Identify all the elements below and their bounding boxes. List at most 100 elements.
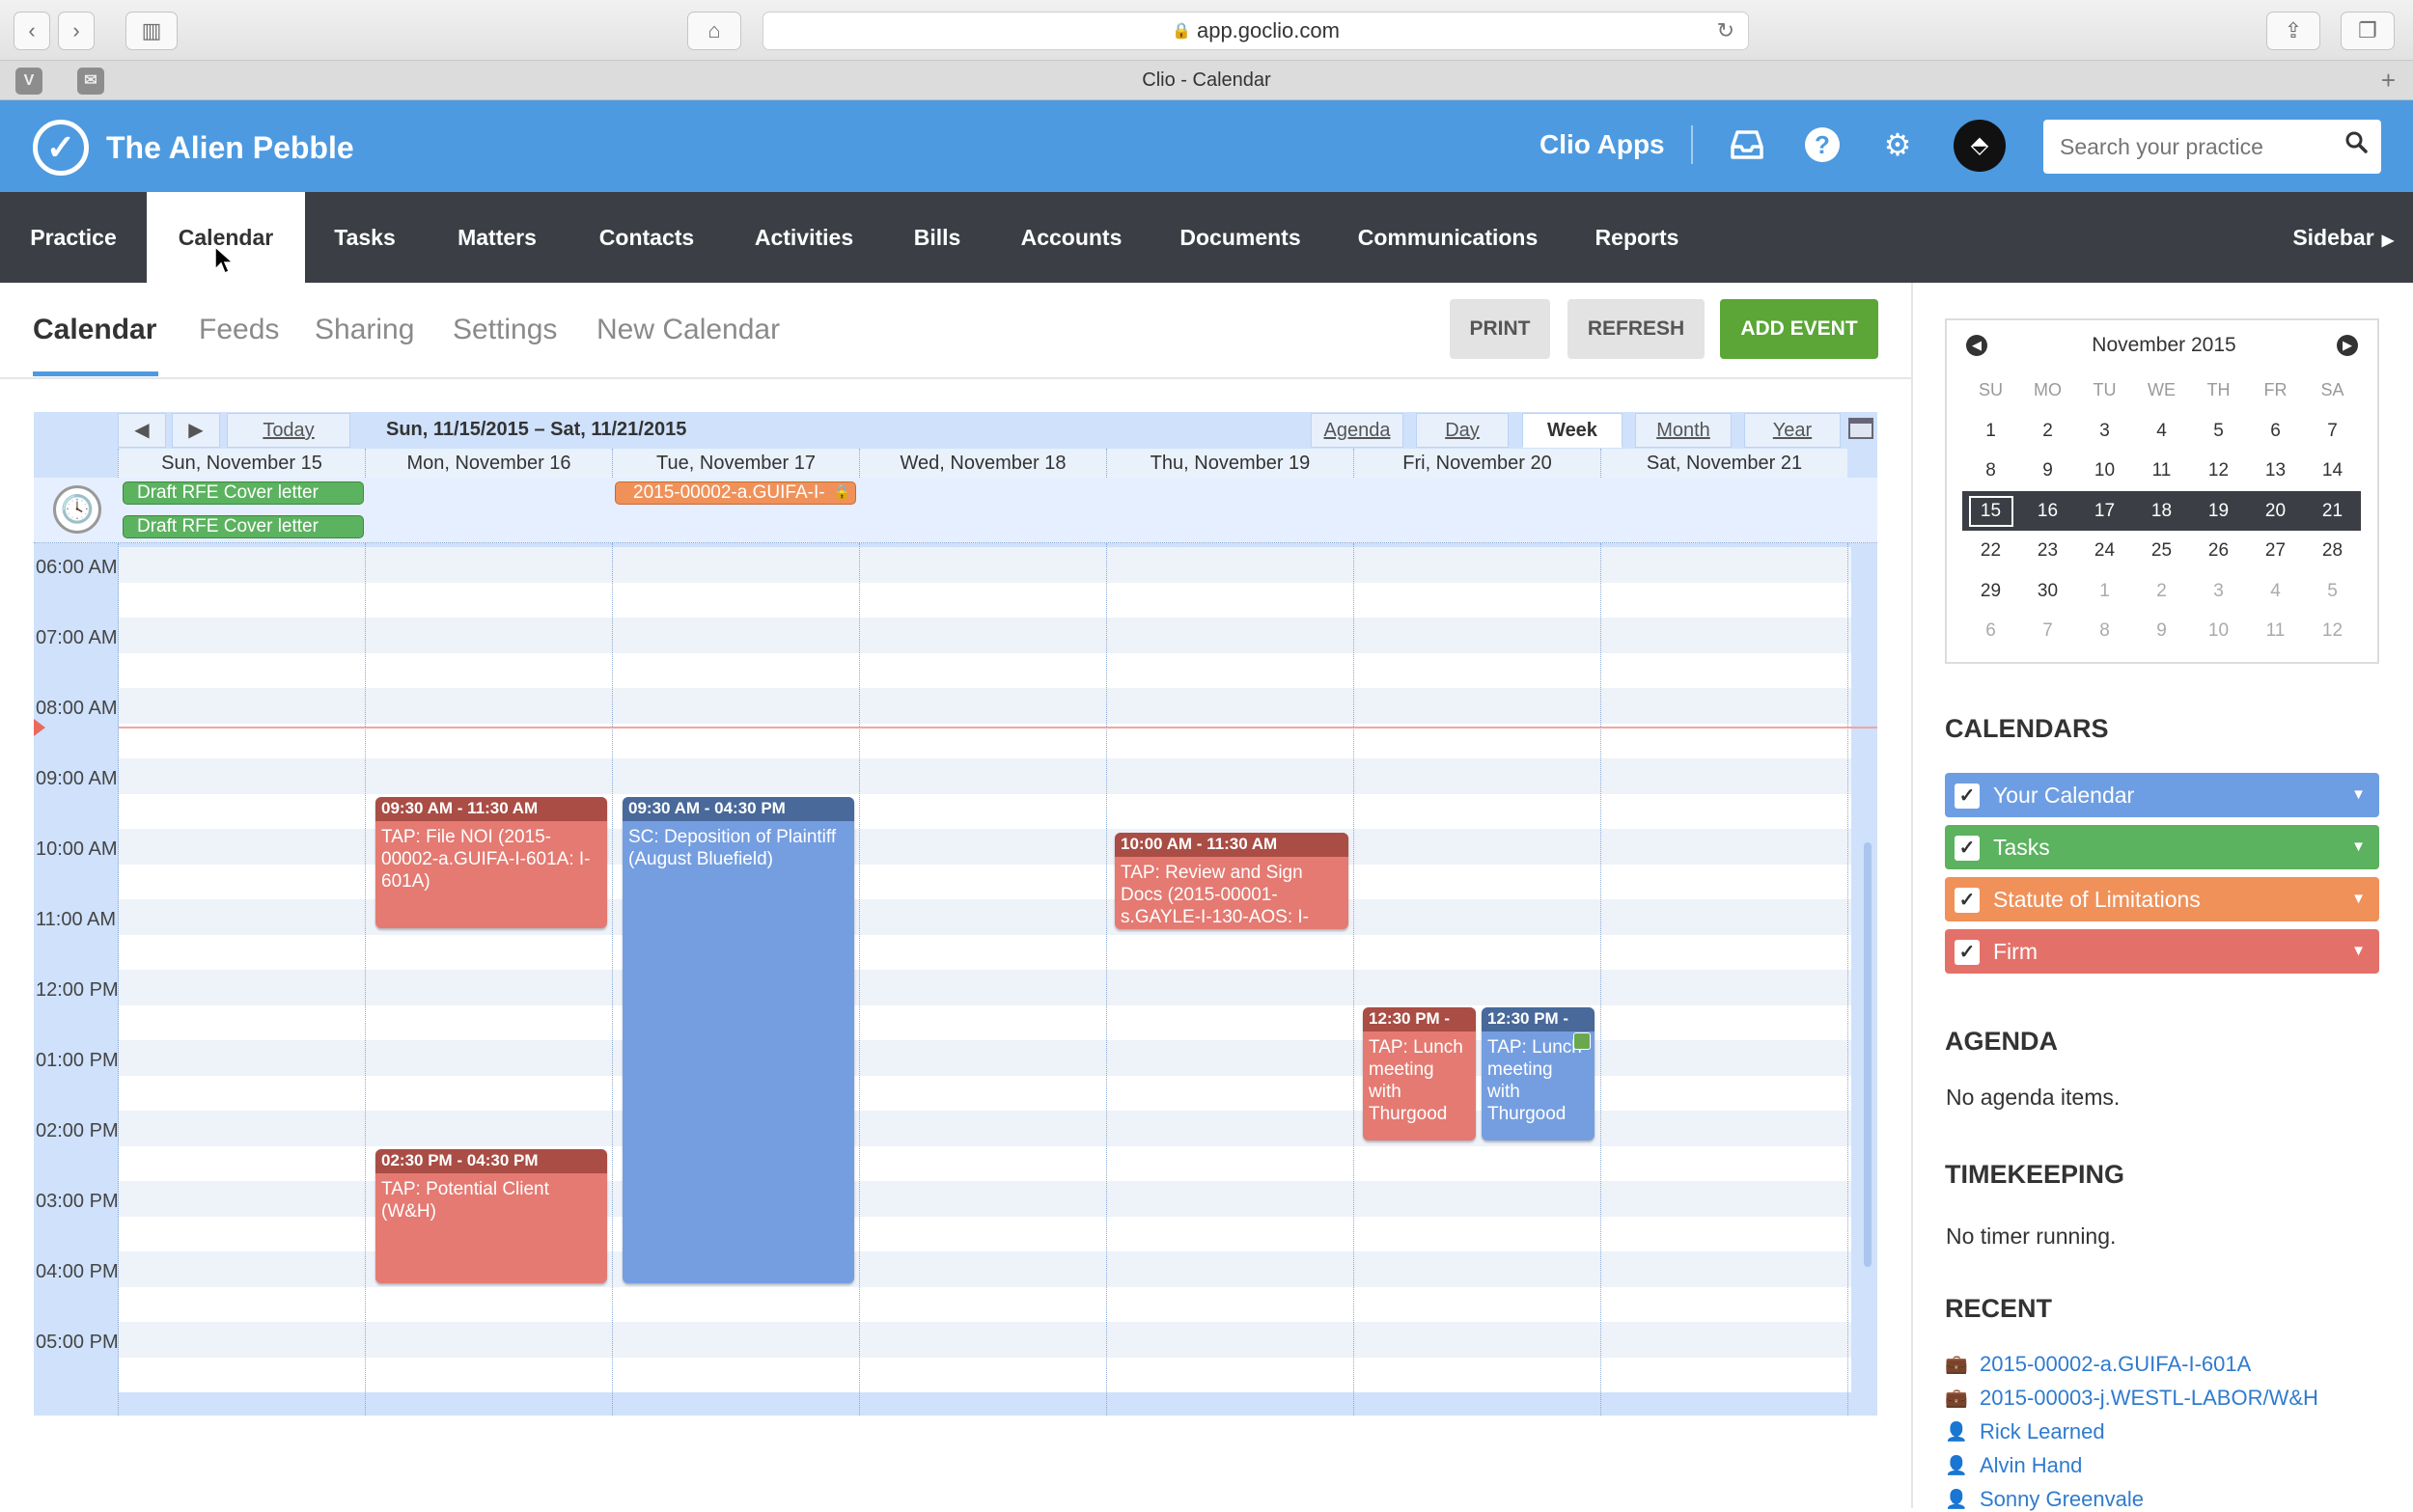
nav-practice[interactable]: Practice <box>0 192 147 283</box>
checkbox-checked-icon[interactable]: ✓ <box>1955 836 1980 861</box>
url-bar[interactable]: 🔒 app.goclio.com ↻ <box>763 12 1749 50</box>
subtab-feeds[interactable]: Feeds <box>199 314 279 346</box>
mini-calendar-day[interactable]: 23 <box>2019 531 2076 570</box>
help-icon[interactable]: ? <box>1801 124 1844 166</box>
grid-half-hour-row[interactable] <box>119 688 1851 724</box>
grid-half-hour-row[interactable] <box>119 547 1851 583</box>
pinned-tab-mail[interactable]: ✉ <box>77 68 104 95</box>
inbox-icon[interactable] <box>1726 124 1768 166</box>
avatar[interactable]: ⬘ <box>1954 120 2006 172</box>
forward-icon[interactable]: › <box>58 12 95 50</box>
view-year[interactable]: Year <box>1744 413 1841 448</box>
grid-half-hour-row[interactable] <box>119 1357 1851 1392</box>
mini-calendar-day[interactable]: 11 <box>2133 451 2190 490</box>
mini-calendar-day[interactable]: 10 <box>2076 451 2133 490</box>
mini-calendar-day[interactable]: 30 <box>2019 571 2076 611</box>
mini-calendar-day[interactable]: 22 <box>1962 531 2019 570</box>
nav-activities[interactable]: Activities <box>724 192 884 283</box>
mini-calendar-day[interactable]: 9 <box>2019 451 2076 490</box>
grid-half-hour-row[interactable] <box>119 1286 1851 1322</box>
mini-calendar-day[interactable]: 5 <box>2304 571 2361 611</box>
mini-calendar-day[interactable]: 10 <box>2190 611 2247 650</box>
nav-matters[interactable]: Matters <box>425 192 569 283</box>
recent-item[interactable]: 👤 Alvin Hand <box>1945 1453 2082 1478</box>
dropdown-caret-icon[interactable]: ▼ <box>2351 929 2366 974</box>
view-agenda[interactable]: Agenda <box>1311 413 1403 448</box>
calendar-toggle-your-calendar[interactable]: ✓ Your Calendar ▼ <box>1945 773 2379 817</box>
nav-contacts[interactable]: Contacts <box>569 192 724 283</box>
sidebar-toggle-icon[interactable]: ▥ <box>125 12 178 50</box>
tab-title[interactable]: Clio - Calendar <box>1142 69 1270 91</box>
recent-item[interactable]: 💼 2015-00003-j.WESTL-LABOR/W&H <box>1945 1386 2318 1411</box>
grid-half-hour-row[interactable] <box>119 1322 1851 1358</box>
nav-bills[interactable]: Bills <box>884 192 990 283</box>
mini-calendar-day[interactable]: 19 <box>2190 490 2247 531</box>
mini-calendar-day[interactable]: 29 <box>1962 571 2019 611</box>
mini-calendar-day[interactable]: 21 <box>2304 490 2361 531</box>
subtab-calendar[interactable]: Calendar <box>33 314 156 346</box>
subtab-settings[interactable]: Settings <box>453 314 557 346</box>
mini-calendar-day[interactable]: 16 <box>2019 490 2076 531</box>
nav-accounts[interactable]: Accounts <box>990 192 1152 283</box>
dropdown-caret-icon[interactable]: ▼ <box>2351 825 2366 869</box>
calendar-toggle-tasks[interactable]: ✓ Tasks ▼ <box>1945 825 2379 869</box>
print-button[interactable]: PRINT <box>1450 299 1550 359</box>
dropdown-caret-icon[interactable]: ▼ <box>2351 773 2366 817</box>
nav-sidebar-toggle[interactable]: Sidebar ▶ <box>2259 192 2394 283</box>
allday-event[interactable]: Draft RFE Cover letter <box>123 481 364 505</box>
mini-calendar-day[interactable]: 1 <box>1962 411 2019 451</box>
mini-calendar-day[interactable]: 4 <box>2133 411 2190 451</box>
recent-item[interactable]: 👤 Rick Learned <box>1945 1419 2105 1444</box>
grid-half-hour-row[interactable] <box>119 934 1851 970</box>
mini-calendar-day[interactable]: 27 <box>2247 531 2304 570</box>
dropdown-caret-icon[interactable]: ▼ <box>2351 877 2366 921</box>
calendar-settings-icon[interactable] <box>1848 418 1873 439</box>
mini-calendar-day[interactable]: 17 <box>2076 490 2133 531</box>
mini-calendar-day[interactable]: 11 <box>2247 611 2304 650</box>
subtab-sharing[interactable]: Sharing <box>315 314 414 346</box>
mini-calendar-day[interactable]: 8 <box>1962 451 2019 490</box>
mini-calendar-day[interactable]: 6 <box>2247 411 2304 451</box>
home-icon[interactable]: ⌂ <box>687 12 741 50</box>
checkbox-checked-icon[interactable]: ✓ <box>1955 783 1980 809</box>
view-month[interactable]: Month <box>1635 413 1732 448</box>
mini-calendar-day[interactable]: 7 <box>2019 611 2076 650</box>
search-icon[interactable] <box>2344 130 2368 160</box>
today-button[interactable]: Today <box>227 413 350 448</box>
mini-calendar-day[interactable]: 20 <box>2247 490 2304 531</box>
prev-week-button[interactable]: ◀ <box>118 413 166 448</box>
mini-calendar-day[interactable]: 18 <box>2133 490 2190 531</box>
mini-calendar-day[interactable]: 3 <box>2190 571 2247 611</box>
mini-calendar-day[interactable]: 13 <box>2247 451 2304 490</box>
mini-calendar-day[interactable]: 24 <box>2076 531 2133 570</box>
mini-calendar-day[interactable]: 25 <box>2133 531 2190 570</box>
view-week[interactable]: Week <box>1522 413 1623 448</box>
mini-calendar-day[interactable]: 26 <box>2190 531 2247 570</box>
grid-half-hour-row[interactable] <box>119 582 1851 618</box>
mini-calendar-day[interactable]: 2 <box>2133 571 2190 611</box>
mini-calendar-day[interactable]: 1 <box>2076 571 2133 611</box>
mini-calendar-day[interactable]: 7 <box>2304 411 2361 451</box>
calendar-event[interactable]: 12:30 PM - TAP: Lunch meeting with Thurg… <box>1363 1007 1476 1141</box>
mini-calendar-day[interactable]: 3 <box>2076 411 2133 451</box>
calendar-event[interactable]: 10:00 AM - 11:30 AM TAP: Review and Sign… <box>1115 833 1348 929</box>
calendar-toggle-statute[interactable]: ✓ Statute of Limitations ▼ <box>1945 877 2379 921</box>
nav-reports[interactable]: Reports <box>1567 192 1706 283</box>
mini-calendar-day[interactable]: 5 <box>2190 411 2247 451</box>
grid-half-hour-row[interactable] <box>119 758 1851 794</box>
next-week-button[interactable]: ▶ <box>172 413 220 448</box>
calendar-event[interactable]: 12:30 PM - TAP: Lunch meeting with Thurg… <box>1482 1007 1595 1141</box>
logo[interactable]: ✓ The Alien Pebble <box>33 120 354 176</box>
nav-communications[interactable]: Communications <box>1328 192 1567 283</box>
view-day[interactable]: Day <box>1416 413 1509 448</box>
search-input[interactable] <box>2060 133 2330 160</box>
checkbox-checked-icon[interactable]: ✓ <box>1955 888 1980 913</box>
mini-calendar-day[interactable]: 6 <box>1962 611 2019 650</box>
gear-icon[interactable]: ⚙ <box>1876 124 1919 166</box>
grid-half-hour-row[interactable] <box>119 970 1851 1005</box>
tabs-overview-icon[interactable]: ❐ <box>2341 12 2395 50</box>
grid-half-hour-row[interactable] <box>119 652 1851 688</box>
pinned-tab-v[interactable]: V <box>15 68 42 95</box>
refresh-button[interactable]: REFRESH <box>1567 299 1705 359</box>
mini-calendar-day[interactable]: 15 <box>1962 490 2019 531</box>
